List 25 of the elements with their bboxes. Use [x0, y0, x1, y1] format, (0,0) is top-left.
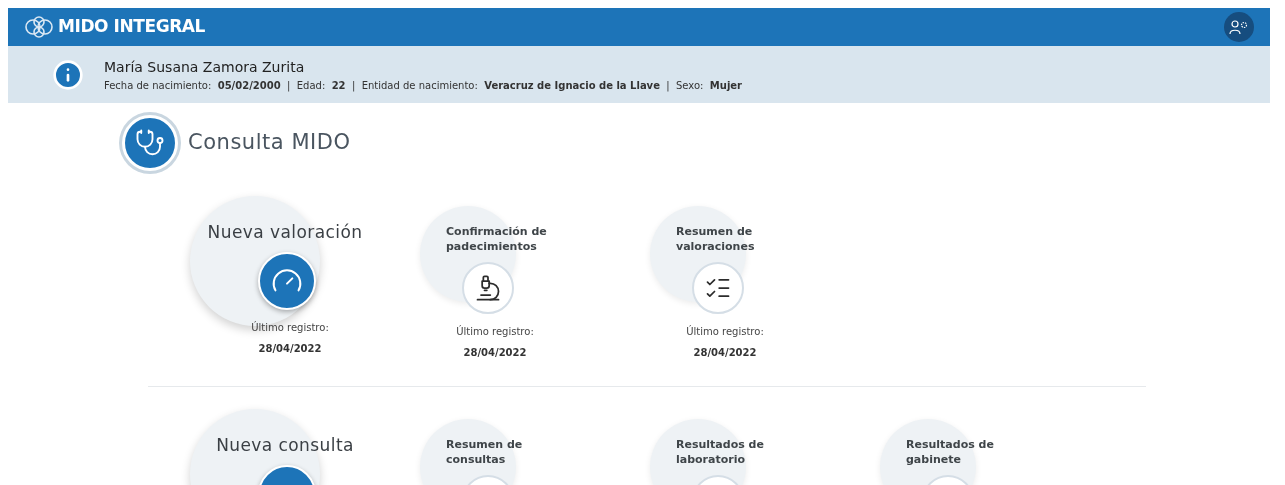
- card-icon-button[interactable]: [462, 262, 514, 314]
- record-date: 28/04/2022: [258, 341, 322, 356]
- section-title: Consulta MIDO: [188, 129, 351, 157]
- card-title[interactable]: Nueva valoración: [207, 220, 363, 246]
- user-settings-button[interactable]: [1224, 12, 1254, 42]
- card-title[interactable]: Nueva consulta: [216, 433, 354, 459]
- info-icon: [52, 58, 84, 91]
- patient-details: Fecha de nacimiento: 05/02/2000 | Edad: 22 | Entidad de nacimiento: Veracruz de Ignacio de la Llave | Sexo: Mujer: [104, 78, 743, 93]
- card-title[interactable]: Resultados de laboratorio: [676, 437, 806, 467]
- microscope-icon: [474, 274, 502, 302]
- patient-name: María Susana Zamora Zurita: [104, 57, 306, 77]
- card-title[interactable]: Resultados de gabinete: [906, 437, 1036, 467]
- record-date: 28/04/2022: [463, 346, 527, 360]
- record-label: Último registro:: [251, 320, 329, 335]
- record-label: Último registro:: [686, 324, 764, 339]
- card-title[interactable]: Resumen de consultas: [446, 437, 576, 467]
- record-date: 28/04/2022: [693, 346, 757, 360]
- record-label: Último registro:: [456, 324, 534, 339]
- card-icon-button[interactable]: [692, 262, 744, 314]
- user-gear-icon: [1229, 19, 1249, 35]
- stethoscope-icon: [135, 128, 165, 158]
- card-title[interactable]: Resumen de valoraciones: [676, 224, 806, 254]
- app-title: MIDO INTEGRAL: [58, 15, 205, 39]
- card-title[interactable]: Confirmación de padecimientos: [446, 224, 576, 254]
- logo-icon: [24, 15, 54, 39]
